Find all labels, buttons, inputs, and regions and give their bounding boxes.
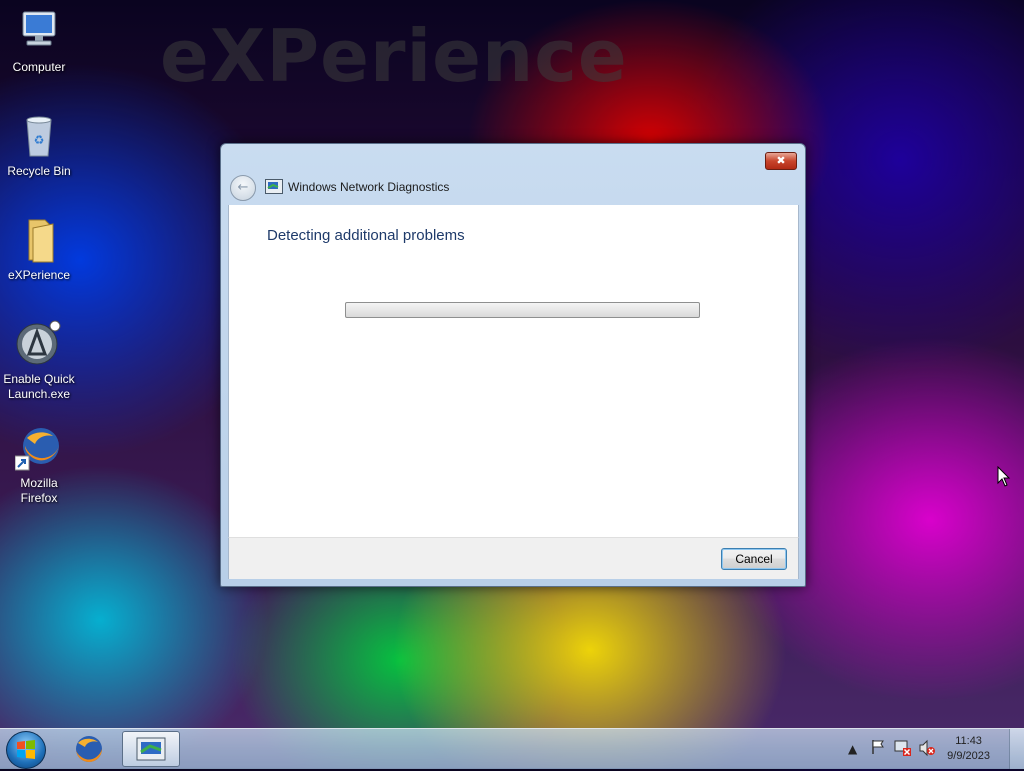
desktop-icon-label: Computer bbox=[12, 60, 66, 74]
show-hidden-icons-button[interactable]: ▲ bbox=[848, 742, 857, 756]
action-center-flag-icon[interactable] bbox=[870, 739, 886, 758]
wizard-footer: Cancel bbox=[228, 537, 799, 579]
desktop-icon-enable-quick-launch[interactable]: Enable Quick Launch.exe bbox=[2, 320, 76, 402]
back-arrow-icon: ← bbox=[237, 180, 249, 195]
desktop-icon-firefox[interactable]: Mozilla Firefox bbox=[2, 424, 76, 506]
desktop-icon-label: Mozilla Firefox bbox=[20, 476, 58, 505]
mouse-cursor-icon bbox=[997, 465, 1011, 491]
computer-icon bbox=[15, 8, 63, 56]
network-diagnostics-icon bbox=[136, 737, 166, 761]
progress-bar bbox=[345, 302, 700, 318]
volume-muted-icon[interactable] bbox=[918, 739, 936, 760]
clock-date: 9/9/2023 bbox=[947, 750, 990, 762]
folder-icon bbox=[15, 216, 63, 264]
close-button[interactable]: ✖ bbox=[765, 152, 797, 170]
desktop-watermark: eXPerience bbox=[160, 14, 628, 98]
clock-time: 11:43 bbox=[955, 735, 982, 747]
network-error-icon[interactable] bbox=[894, 739, 912, 760]
taskbar-clock[interactable]: 11:43 9/9/2023 bbox=[947, 734, 990, 764]
desktop-icon-experience-folder[interactable]: eXPerience bbox=[2, 216, 76, 283]
window-title: Windows Network Diagnostics bbox=[288, 180, 450, 194]
desktop-icon-label: eXPerience bbox=[7, 268, 71, 282]
windows-logo-icon bbox=[17, 740, 35, 759]
start-button[interactable] bbox=[6, 731, 46, 769]
cancel-button[interactable]: Cancel bbox=[721, 548, 787, 570]
show-desktop-button[interactable] bbox=[1009, 729, 1024, 769]
svg-text:♻: ♻ bbox=[34, 133, 45, 147]
desktop-icon-recycle-bin[interactable]: ♻ Recycle Bin bbox=[2, 112, 76, 179]
desktop-icon-label: Recycle Bin bbox=[7, 164, 71, 178]
close-icon: ✖ bbox=[776, 154, 786, 167]
taskbar-network-diagnostics-button[interactable] bbox=[122, 731, 180, 767]
network-diagnostics-window: ✖ ← Windows Network Diagnostics Detectin… bbox=[220, 143, 806, 587]
taskbar: ▲ 11:43 9/9/2023 bbox=[0, 728, 1024, 769]
page-heading: Detecting additional problems bbox=[267, 227, 465, 244]
back-button[interactable]: ← bbox=[230, 175, 256, 201]
taskbar-firefox-button[interactable] bbox=[70, 733, 108, 765]
autoit-script-icon bbox=[15, 320, 63, 368]
firefox-icon bbox=[14, 424, 63, 472]
network-diagnostics-icon bbox=[265, 179, 283, 194]
firefox-icon bbox=[76, 736, 102, 762]
recycle-bin-icon: ♻ bbox=[15, 112, 63, 160]
desktop-icon-computer[interactable]: Computer bbox=[2, 8, 76, 75]
wizard-content: Detecting additional problems bbox=[228, 205, 799, 537]
desktop-icon-label: Enable Quick Launch.exe bbox=[3, 372, 75, 401]
